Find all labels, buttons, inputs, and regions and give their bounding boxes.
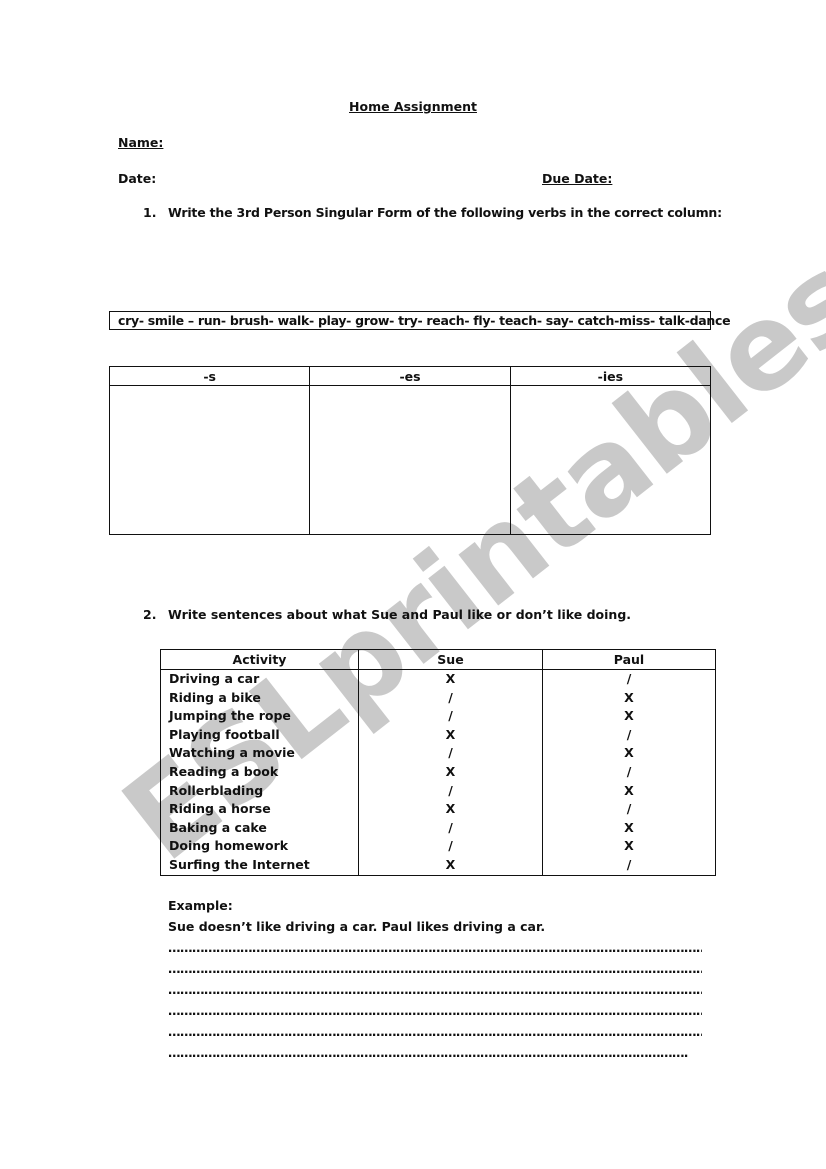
sue-mark: X xyxy=(445,671,456,686)
activity-name: Surfing the Internet xyxy=(169,856,310,872)
paul-mark: X xyxy=(624,782,634,798)
activity-column: Driving a car Riding a bike Jumping the ro… xyxy=(160,669,359,876)
sue-mark: / xyxy=(448,689,453,705)
answer-line[interactable]: …………………………………………………………………………………………………………… xyxy=(168,1003,702,1018)
answer-line[interactable]: …………………………………………………………………………………………………………… xyxy=(168,940,702,955)
exercise2-instruction: Write sentences about what Sue and Paul … xyxy=(168,607,632,622)
paul-mark: X xyxy=(624,745,634,761)
activity-name: Driving a car xyxy=(169,671,260,686)
sue-mark: / xyxy=(448,819,453,835)
date-label: Date: xyxy=(118,171,157,186)
paul-mark: X xyxy=(624,689,634,705)
activity-name: Baking a cake xyxy=(169,819,267,835)
worksheet-page: Home Assignment Name: Date: Due Date: 1.… xyxy=(0,0,826,1169)
column-header-es: -es xyxy=(309,366,511,386)
sue-mark: / xyxy=(448,838,453,854)
answer-line[interactable]: …………………………………………………………………………………………………………… xyxy=(168,1024,702,1039)
activity-name: Watching a movie xyxy=(169,745,295,761)
answer-line[interactable]: …………………………………………………………………………………………………………… xyxy=(168,982,702,997)
answer-cell-s[interactable] xyxy=(108,385,311,535)
answer-line[interactable]: …………………………………………………………………………………………………………… xyxy=(168,1045,688,1060)
sue-mark: / xyxy=(448,745,453,761)
paul-mark: / xyxy=(626,763,632,779)
paul-mark: / xyxy=(626,856,632,872)
activity-name: Reading a book xyxy=(169,763,279,779)
header-sue: Sue xyxy=(358,649,543,670)
sue-mark: X xyxy=(445,763,456,779)
sue-mark: X xyxy=(445,726,456,742)
column-header-s: -s xyxy=(108,366,311,386)
due-date-label: Due Date: xyxy=(542,171,613,186)
paul-mark: / xyxy=(626,726,632,742)
answer-cell-ies[interactable] xyxy=(509,385,712,535)
answer-cell-es[interactable] xyxy=(309,385,511,535)
example-sentence: Sue doesn’t like driving a car. Paul lik… xyxy=(168,919,546,934)
header-paul: Paul xyxy=(542,649,716,670)
endings-table: -s -es -ies xyxy=(108,366,712,535)
example-label: Example: xyxy=(168,898,233,913)
paul-mark: X xyxy=(624,838,634,854)
activity-name: Playing football xyxy=(169,726,280,742)
sue-mark: X xyxy=(445,856,456,872)
verb-list-box: cry- smile – run- brush- walk- play- gro… xyxy=(109,311,731,330)
activities-body: Driving a car Riding a bike Jumping the ro… xyxy=(160,669,716,876)
activities-header-row: Activity Sue Paul xyxy=(160,649,716,670)
exercise1-instruction: Write the 3rd Person Singular Form of th… xyxy=(168,205,722,220)
sue-mark: X xyxy=(445,801,456,817)
activity-name: Riding a bike xyxy=(169,689,261,705)
name-label: Name: xyxy=(118,135,164,150)
activity-name: Riding a horse xyxy=(169,801,271,817)
activity-name: Doing homework xyxy=(169,838,289,854)
endings-header-row: -s -es -ies xyxy=(108,366,712,386)
exercise2-number: 2. xyxy=(143,607,157,622)
endings-answer-row xyxy=(108,385,712,535)
header-activity: Activity xyxy=(160,649,359,670)
page-title: Home Assignment xyxy=(349,99,477,114)
paul-mark: / xyxy=(626,801,632,817)
paul-mark: X xyxy=(624,708,634,724)
column-header-ies: -ies xyxy=(509,366,712,386)
paul-column: / X X / X / X / X X / xyxy=(542,669,716,876)
sue-column: X / / X / X / X / / X xyxy=(358,669,543,876)
sue-mark: / xyxy=(448,782,453,798)
activities-table: Activity Sue Paul Driving a car Riding a … xyxy=(160,649,716,876)
exercise1-number: 1. xyxy=(143,205,157,220)
answer-line[interactable]: …………………………………………………………………………………………………………… xyxy=(168,961,702,976)
sue-mark: / xyxy=(448,708,453,724)
paul-mark: X xyxy=(624,819,634,835)
paul-mark: / xyxy=(626,671,632,686)
activity-name: Jumping the rope xyxy=(169,708,291,724)
activity-name: Rollerblading xyxy=(169,782,264,798)
